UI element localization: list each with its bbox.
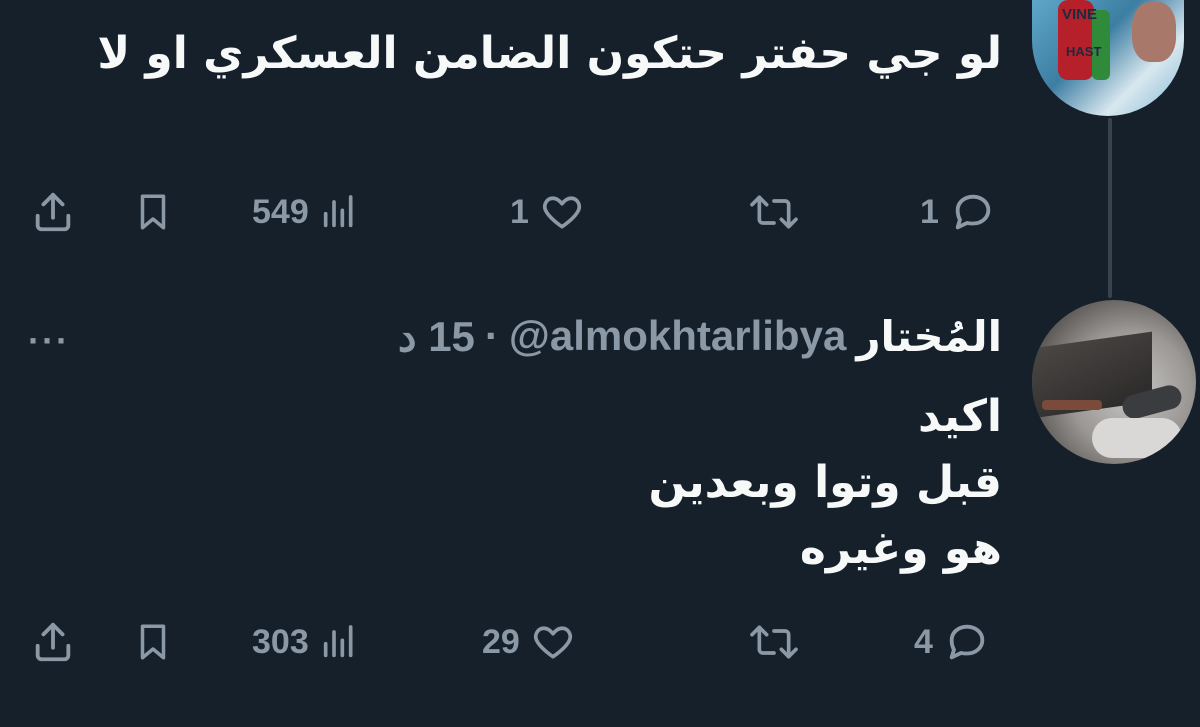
like-count: 29 (482, 622, 520, 661)
tweet-text: لو جي حفتر حتكون الضامن العسكري او لا (97, 28, 1002, 79)
retweet-button[interactable] (748, 612, 810, 672)
share-button[interactable] (30, 182, 76, 242)
tweet-line: هو وغيره (799, 523, 1002, 574)
heart-icon (539, 190, 585, 234)
reply-button[interactable]: 4 (914, 612, 991, 672)
avatar-text: HAST (1066, 44, 1102, 59)
retweet-icon (748, 190, 800, 234)
avatar[interactable]: VINE HAST (1032, 0, 1184, 116)
more-options-button[interactable]: ··· (28, 320, 70, 362)
reply-count: 1 (920, 192, 939, 231)
avatar[interactable] (1032, 300, 1196, 464)
like-button[interactable]: 1 (510, 182, 585, 242)
display-name[interactable]: المُختار (856, 312, 1002, 361)
views-count: 549 (252, 192, 309, 231)
like-button[interactable]: 29 (482, 612, 576, 672)
bookmark-icon (132, 189, 174, 235)
tweet-text: اكيد قبل وتوا وبعدين هو وغيره (202, 384, 1002, 582)
bookmark-button[interactable] (132, 182, 174, 242)
share-icon (30, 619, 76, 665)
like-count: 1 (510, 192, 529, 231)
avatar-face (1132, 2, 1176, 62)
tweet-actions: 549 1 1 (0, 182, 1200, 242)
retweet-button[interactable] (748, 182, 810, 242)
avatar-image-part (1042, 400, 1102, 410)
reply-count: 4 (914, 622, 933, 661)
views-count: 303 (252, 622, 309, 661)
views-icon (319, 192, 359, 232)
views-button[interactable]: 303 (252, 612, 359, 672)
avatar-text: VINE (1062, 6, 1098, 23)
reply-icon (943, 619, 991, 665)
tweet-actions: 303 29 4 (0, 612, 1200, 672)
retweet-icon (748, 620, 800, 664)
reply-button[interactable]: 1 (920, 182, 997, 242)
tweet-header: المُختار @almokhtarlibya · 15 د (398, 306, 1002, 366)
tweet-thread: VINE HAST لو جي حفتر حتكون الضامن العسكر… (0, 0, 1200, 727)
tweet-line: اكيد (917, 391, 1002, 442)
views-icon (319, 622, 359, 662)
separator-dot: · (484, 312, 499, 359)
heart-icon (530, 620, 576, 664)
reply-icon (949, 189, 997, 235)
timestamp[interactable]: 15 د (398, 312, 475, 361)
views-button[interactable]: 549 (252, 182, 359, 242)
share-button[interactable] (30, 612, 76, 672)
bookmark-icon (132, 619, 174, 665)
share-icon (30, 189, 76, 235)
avatar-image-part (1092, 418, 1182, 458)
bookmark-button[interactable] (132, 612, 174, 672)
user-handle[interactable]: @almokhtarlibya (509, 312, 846, 360)
tweet-line: قبل وتوا وبعدين (648, 457, 1002, 508)
